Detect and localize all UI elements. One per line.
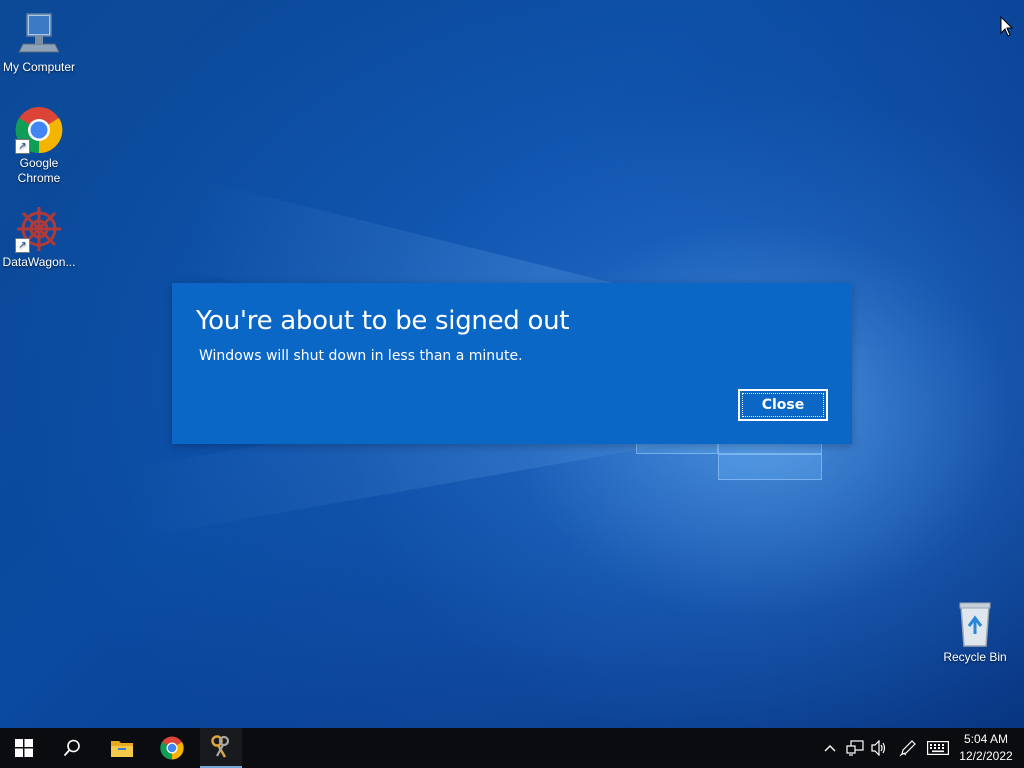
volume-tray-button[interactable]: [869, 738, 889, 758]
desktop-icon-my-computer[interactable]: My Computer: [0, 10, 78, 75]
pen-icon: [899, 740, 916, 757]
network-icon: [846, 740, 864, 756]
datawagon-icon: ↗: [15, 205, 63, 253]
file-explorer-icon: [111, 741, 133, 757]
desktop: My Computer ↗ Google Chrome ↗ DataWagon.…: [0, 0, 1024, 728]
network-tray-button[interactable]: [845, 738, 865, 758]
taskbar-chrome[interactable]: [148, 728, 196, 768]
computer-icon: [15, 10, 63, 58]
windows-start-icon: [15, 739, 33, 757]
search-button[interactable]: [48, 728, 96, 768]
chrome-icon: ↗: [15, 106, 63, 154]
keyboard-icon: [927, 741, 949, 755]
touch-keyboard-button[interactable]: [926, 738, 950, 758]
desktop-icon-label: Recycle Bin: [943, 650, 1007, 664]
show-hidden-icons-button[interactable]: [822, 738, 838, 758]
desktop-icon-label: DataWagon...: [2, 255, 76, 269]
taskbar: 5:04 AM 12/2/2022: [0, 728, 1024, 768]
desktop-icon-label: My Computer: [2, 60, 76, 74]
pen-workspace-button[interactable]: [898, 738, 918, 758]
taskbar-file-explorer[interactable]: [98, 728, 146, 768]
keys-app-icon: [211, 735, 230, 758]
desktop-icon-recycle-bin[interactable]: Recycle Bin: [936, 600, 1014, 665]
chevron-up-icon: [824, 745, 836, 752]
clock-date: 12/2/2022: [959, 749, 1013, 763]
desktop-icon-datawagon[interactable]: ↗ DataWagon...: [0, 205, 78, 270]
volume-icon: [871, 740, 886, 756]
start-button[interactable]: [0, 728, 48, 768]
dialog-message: Windows will shut down in less than a mi…: [199, 348, 523, 364]
sign-out-dialog: You're about to be signed out Windows wi…: [172, 283, 852, 444]
shortcut-arrow-icon: ↗: [15, 238, 30, 253]
shortcut-arrow-icon: ↗: [15, 139, 30, 154]
chrome-icon: [160, 736, 184, 760]
search-icon: [63, 739, 80, 757]
clock-time: 5:04 AM: [963, 732, 1009, 746]
desktop-icon-label: Google Chrome: [17, 156, 61, 185]
taskbar-keys-app[interactable]: [200, 728, 242, 768]
taskbar-clock[interactable]: 5:04 AM 12/2/2022: [950, 731, 1022, 765]
dialog-title: You're about to be signed out: [196, 306, 570, 336]
mouse-pointer-icon: [1000, 16, 1014, 37]
desktop-icon-google-chrome[interactable]: ↗ Google Chrome: [0, 106, 78, 186]
close-button[interactable]: Close: [738, 389, 828, 421]
recycle-bin-icon: [951, 600, 999, 648]
